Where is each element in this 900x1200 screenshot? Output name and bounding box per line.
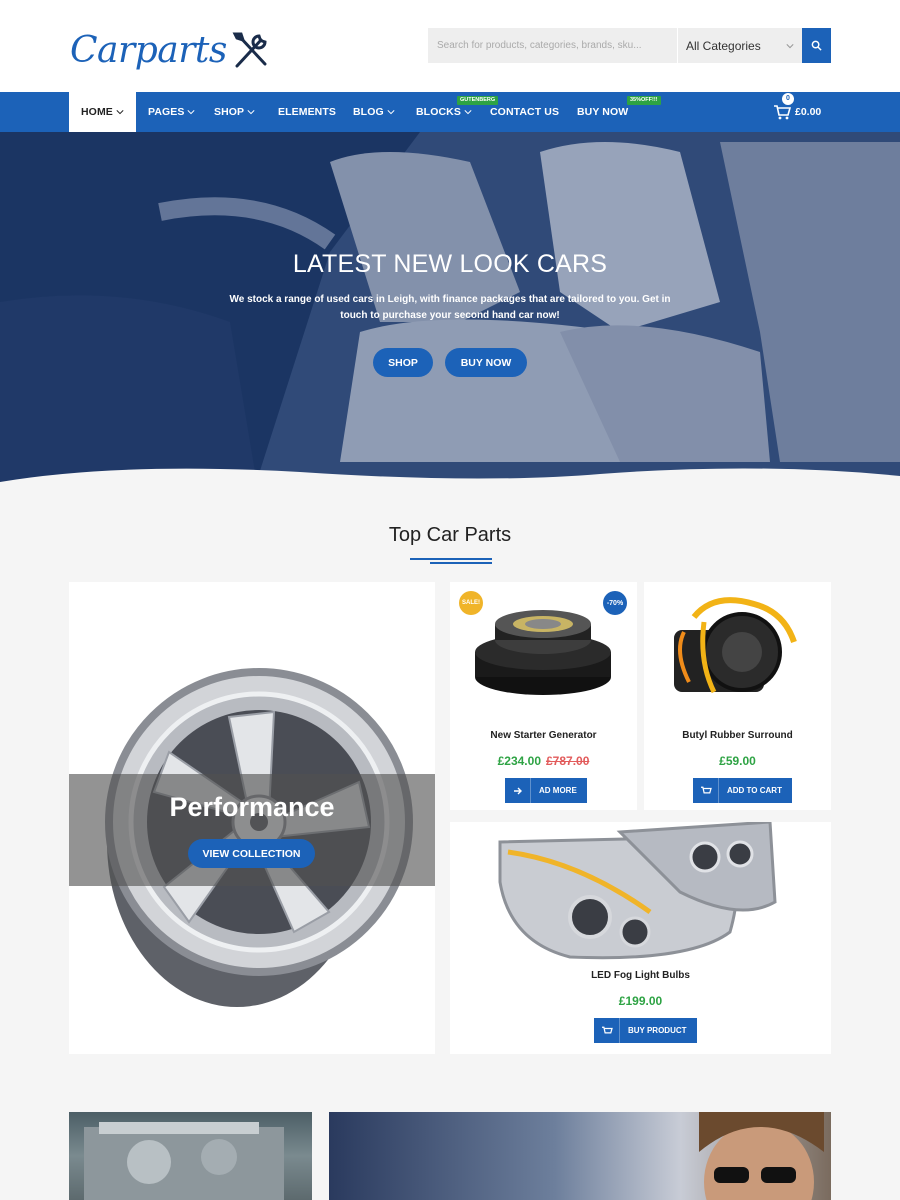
arrow-out-icon: [505, 778, 531, 803]
nav-item-label: Buy Now: [577, 106, 629, 118]
cart-icon: [693, 778, 719, 803]
product-price: £234.00 £787.00: [450, 754, 637, 768]
engine-image-banner[interactable]: [69, 1112, 312, 1200]
driver-image-banner[interactable]: [329, 1112, 831, 1200]
search-button[interactable]: [802, 28, 831, 63]
product-card[interactable]: SALE! -70% New Starter Generator £234.00…: [450, 582, 637, 810]
button-label: BUY PRODUCT: [628, 1026, 687, 1035]
category-select[interactable]: All Categories: [677, 28, 802, 63]
hero-buy-now-button[interactable]: BUY NOW: [445, 348, 527, 377]
nav-item-label: Shop: [214, 106, 245, 118]
nav-item-label: Blocks: [416, 106, 461, 118]
chevron-down-icon: [247, 110, 255, 115]
product-card[interactable]: LED Fog Light Bulbs £199.00 BUY PRODUCT: [450, 822, 831, 1054]
cart-icon: [774, 105, 791, 120]
nav-item-blog[interactable]: Blog: [353, 92, 395, 132]
section-title: Top Car Parts: [388, 524, 512, 546]
nav-item-label: Contact Us: [490, 106, 560, 118]
featured-title: Performance: [169, 792, 335, 822]
hero-title: LATEST NEW LOOK CARS: [292, 250, 608, 278]
title-underline: [410, 558, 492, 560]
discount-badge: 35%OFF!!!: [627, 96, 661, 105]
search-input[interactable]: [428, 28, 677, 63]
title-underline-accent: [430, 562, 492, 564]
headlight-image: [498, 822, 777, 960]
logo-text: Carparts: [70, 29, 227, 71]
nav-item-home[interactable]: Home: [69, 92, 136, 132]
wrench-screwdriver-icon: [232, 32, 267, 68]
featured-collection-card[interactable]: Performance VIEW COLLECTION: [69, 582, 435, 1054]
button-label: ADD TO CART: [727, 786, 782, 795]
chevron-down-icon: [786, 43, 794, 48]
hero-shop-button[interactable]: SHOP: [373, 348, 433, 377]
featured-overlay-band: [69, 774, 435, 886]
nav-item-label: Pages: [148, 106, 185, 118]
nav-item-elements[interactable]: Elements: [278, 92, 336, 132]
clock-spring-image: [674, 597, 797, 694]
nav-item-label: Blog: [353, 106, 384, 118]
chevron-down-icon: [116, 110, 124, 115]
cart-button[interactable]: 0 £0.00: [773, 92, 821, 132]
nav-item-buy-now[interactable]: Buy Now: [577, 92, 628, 132]
chevron-down-icon: [187, 110, 196, 115]
nav-item-shop[interactable]: Shop: [214, 92, 255, 132]
current-price: £234.00: [497, 754, 541, 768]
category-select-value: All Categories: [686, 38, 761, 53]
cart-icon: [594, 1018, 620, 1043]
nav-item-pages[interactable]: Pages: [148, 92, 196, 132]
site-logo[interactable]: Carparts: [70, 26, 271, 74]
buy-product-button[interactable]: BUY PRODUCT: [594, 1018, 697, 1043]
nav-item-label: Elements: [278, 106, 336, 118]
cart-total: £0.00: [795, 106, 822, 118]
chevron-down-icon: [387, 110, 395, 115]
chevron-down-icon: [464, 110, 472, 115]
button-label: AD MORE: [539, 786, 577, 795]
product-card[interactable]: Butyl Rubber Surround £59.00 ADD TO CART: [644, 582, 831, 810]
product-name[interactable]: Butyl Rubber Surround: [644, 730, 831, 741]
read-more-button[interactable]: AD MORE: [505, 778, 587, 803]
engine-image: [84, 1122, 284, 1200]
nav-item-contact-us[interactable]: Contact Us: [490, 92, 559, 132]
cart-count: 0: [782, 93, 794, 105]
nav-item-label: Home: [81, 106, 113, 118]
add-to-cart-button[interactable]: ADD TO CART: [693, 778, 792, 803]
view-collection-button[interactable]: VIEW COLLECTION: [188, 839, 315, 868]
main-nav: Home Pages Shop Elements Blog Blocks GUT…: [0, 92, 900, 132]
product-price: £59.00: [719, 754, 756, 768]
discount-badge: -70%: [603, 591, 627, 615]
product-price: £199.00: [618, 994, 663, 1008]
woman-driver-image: [699, 1112, 824, 1200]
hero-banner: LATEST NEW LOOK CARS We stock a range of…: [0, 132, 900, 502]
site-header: Carparts All Categories: [0, 0, 900, 92]
sale-badge: SALE!: [459, 591, 483, 615]
product-name[interactable]: New Starter Generator: [450, 730, 637, 741]
old-price: £787.00: [546, 754, 590, 768]
hero-wave-divider: [0, 468, 900, 502]
search-icon: [811, 40, 822, 51]
search-bar: All Categories: [428, 28, 831, 63]
product-name[interactable]: LED Fog Light Bulbs: [450, 970, 831, 981]
hero-subtitle: We stock a range of used cars in Leigh, …: [229, 294, 671, 321]
